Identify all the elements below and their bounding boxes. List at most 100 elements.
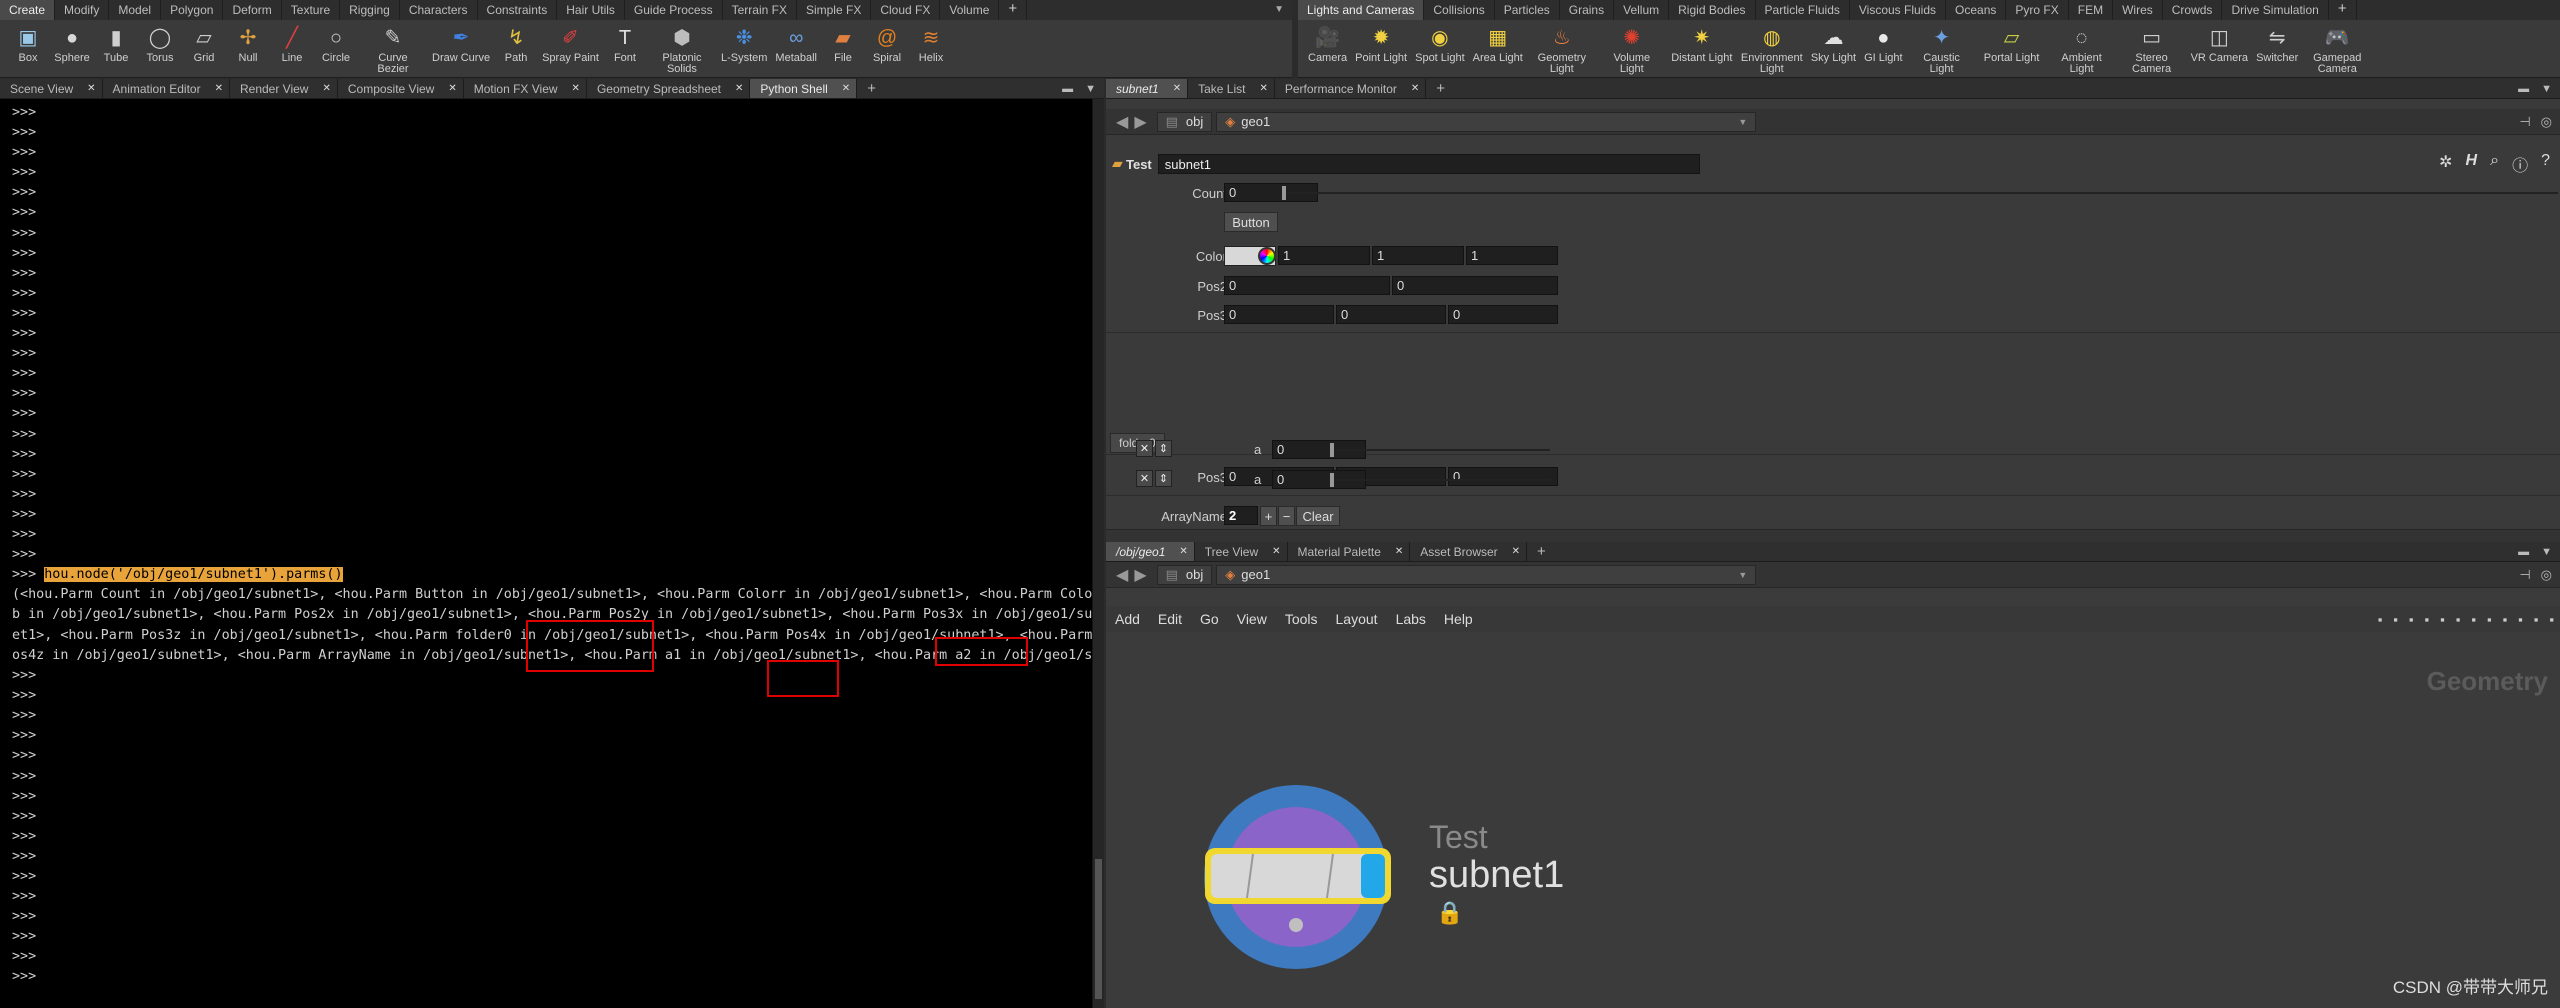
shell-scrollbar-thumb[interactable] [1095, 859, 1102, 999]
node-body[interactable] [1211, 854, 1385, 898]
tool-geometry-light[interactable]: ♨ Geometry Light [1527, 20, 1597, 75]
pane-tab-geometry-spreadsheet[interactable]: Geometry Spreadsheet ✕ [587, 79, 751, 98]
tool-vr-camera[interactable]: ◫ VR Camera [2187, 20, 2252, 64]
python-shell[interactable]: >>> >>> >>> >>> >>> >>> >>> >>> >>> >>> >>> >>> >>> >… [0, 99, 1092, 1008]
pane-tab-motion-fx-view[interactable]: Motion FX View ✕ [464, 79, 587, 98]
tool-draw-curve[interactable]: ✒ Draw Curve [428, 20, 494, 64]
search-icon[interactable]: ⌕ [2490, 152, 2499, 176]
pane-tab-take-list[interactable]: Take List ✕ [1188, 79, 1275, 98]
a2-slider-knob[interactable] [1330, 473, 1334, 487]
tool-area-light[interactable]: ▦ Area Light [1469, 20, 1527, 64]
shelf-left-tab-terrain-fx[interactable]: Terrain FX [723, 0, 797, 20]
menu-add[interactable]: Add [1106, 611, 1149, 627]
tool-grid[interactable]: ▱ Grid [182, 20, 226, 64]
add-pane-tab-icon[interactable]: + [857, 79, 886, 98]
pane-tab-composite-view[interactable]: Composite View ✕ [338, 79, 464, 98]
pane-menu-icon[interactable]: ▬ [2518, 83, 2529, 95]
close-icon[interactable]: ✕ [735, 83, 743, 94]
menu-help[interactable]: Help [1435, 611, 1482, 627]
close-icon[interactable]: ✕ [1173, 83, 1181, 94]
chevron-down-icon[interactable]: ▼ [1085, 83, 1096, 95]
tool-stereo-camera[interactable]: ▭ Stereo Camera [2117, 20, 2187, 75]
add-tab-icon[interactable]: + [999, 0, 1028, 20]
shelf-right-tab-pyro-fx[interactable]: Pyro FX [2006, 0, 2069, 20]
instance-remove-button[interactable]: ✕ [1136, 470, 1153, 487]
gear-icon[interactable]: ✲ [2439, 152, 2452, 176]
wrench-icon[interactable]: ▪ [2378, 612, 2383, 627]
tool-null[interactable]: ✢ Null [226, 20, 270, 64]
color-wheel-icon[interactable] [1258, 247, 1276, 265]
tool-path[interactable]: ↯ Path [494, 20, 538, 64]
pane-tab-render-view[interactable]: Render View ✕ [230, 79, 338, 98]
folder-icon[interactable]: ▪ [2518, 612, 2523, 627]
add-tab-icon[interactable]: + [2329, 0, 2357, 20]
forward-arrow-icon[interactable]: ▶ [1134, 112, 1152, 132]
shelf-left-tab-cloud-fx[interactable]: Cloud FX [871, 0, 941, 20]
pin-icon[interactable]: ⊣ [2519, 114, 2530, 130]
path-obj[interactable]: ▤ obj [1156, 111, 1213, 132]
shelf-right-tab-crowds[interactable]: Crowds [2163, 0, 2223, 20]
pane-tab-subnet1[interactable]: subnet1 ✕ [1106, 79, 1189, 98]
chevron-down-icon[interactable]: ▼ [1266, 0, 1292, 20]
menu-tools[interactable]: Tools [1276, 611, 1327, 627]
close-icon[interactable]: ✕ [572, 83, 580, 94]
shelf-left-tab-modify[interactable]: Modify [55, 0, 110, 20]
count-slider-knob[interactable] [1282, 186, 1286, 200]
array-remove-button[interactable]: − [1278, 506, 1295, 526]
pos3-y-field[interactable]: 0 [1336, 305, 1446, 324]
tool-helix[interactable]: ≋ Helix [909, 20, 953, 64]
pane-tab-performance-monitor[interactable]: Performance Monitor ✕ [1275, 79, 1427, 98]
list-icon[interactable]: ▪ [2409, 612, 2414, 627]
color-g-field[interactable]: 1 [1372, 246, 1464, 265]
back-arrow-icon[interactable]: ◀ [1106, 565, 1134, 585]
a2-slider[interactable] [1330, 479, 1550, 481]
menu-layout[interactable]: Layout [1327, 611, 1387, 627]
shelf-left-tab-guide-process[interactable]: Guide Process [625, 0, 723, 20]
sticky-note-icon[interactable]: ▪ [2471, 612, 2476, 627]
close-icon[interactable]: ✕ [1259, 83, 1267, 94]
search-icon[interactable]: ▪ [2534, 612, 2539, 627]
pos2-y-field[interactable]: 0 [1392, 276, 1558, 295]
close-icon[interactable]: ✕ [215, 83, 223, 94]
tool-environment-light[interactable]: ◍ Environment Light [1737, 20, 1807, 75]
back-arrow-icon[interactable]: ◀ [1106, 112, 1134, 132]
color-b-field[interactable]: 1 [1466, 246, 1558, 265]
tool-circle[interactable]: ○ Circle [314, 20, 358, 64]
a1-slider-knob[interactable] [1330, 443, 1334, 457]
menu-labs[interactable]: Labs [1387, 611, 1435, 627]
shell-scrollbar[interactable] [1092, 99, 1104, 1008]
shelf-right-tab-collisions[interactable]: Collisions [1424, 0, 1495, 20]
tool-distant-light[interactable]: ✷ Distant Light [1667, 20, 1737, 64]
shelf-left-tab-texture[interactable]: Texture [282, 0, 341, 20]
shelf-left-tab-constraints[interactable]: Constraints [478, 0, 558, 20]
shelf-right-tab-vellum[interactable]: Vellum [1614, 0, 1670, 20]
tool-sky-light[interactable]: ☁ Sky Light [1807, 20, 1860, 64]
link-icon[interactable]: ◎ [2541, 567, 2552, 583]
pane-tab-tree-view[interactable]: Tree View ✕ [1195, 542, 1288, 561]
menu-edit[interactable]: Edit [1149, 611, 1191, 627]
info-icon[interactable]: ⓘ [2512, 152, 2528, 176]
tool-gamepad-camera[interactable]: 🎮 Gamepad Camera [2302, 20, 2372, 75]
pos2-x-field[interactable]: 0 [1224, 276, 1390, 295]
tool-spiral[interactable]: @ Spiral [865, 20, 909, 64]
chevron-down-icon[interactable]: ▼ [2541, 546, 2552, 558]
button-parm[interactable]: Button [1224, 212, 1278, 232]
tool-ambient-light[interactable]: ◌ Ambient Light [2047, 20, 2117, 75]
menu-go[interactable]: Go [1191, 611, 1228, 627]
node-output-connector[interactable] [1289, 918, 1303, 932]
link-icon[interactable]: ◎ [2541, 114, 2552, 130]
shelf-right-tab-viscous-fluids[interactable]: Viscous Fluids [1850, 0, 1947, 20]
pane-tab-asset-browser[interactable]: Asset Browser ✕ [1410, 542, 1528, 561]
box-icon[interactable]: ▪ [2503, 612, 2508, 627]
shelf-right-tab-fem[interactable]: FEM [2069, 0, 2114, 20]
count-slider[interactable] [1282, 192, 2558, 194]
instance-remove-button[interactable]: ✕ [1136, 440, 1153, 457]
close-icon[interactable]: ✕ [322, 83, 330, 94]
pane-tab-scene-view[interactable]: Scene View ✕ [0, 79, 103, 98]
array-add-button[interactable]: + [1260, 506, 1277, 526]
shelf-left-tab-rigging[interactable]: Rigging [340, 0, 400, 20]
node-name-field[interactable]: subnet1 [1157, 154, 1700, 174]
close-icon[interactable]: ✕ [448, 83, 456, 94]
shelf-left-tab-volume[interactable]: Volume [940, 0, 1000, 20]
close-icon[interactable]: ✕ [1411, 83, 1419, 94]
